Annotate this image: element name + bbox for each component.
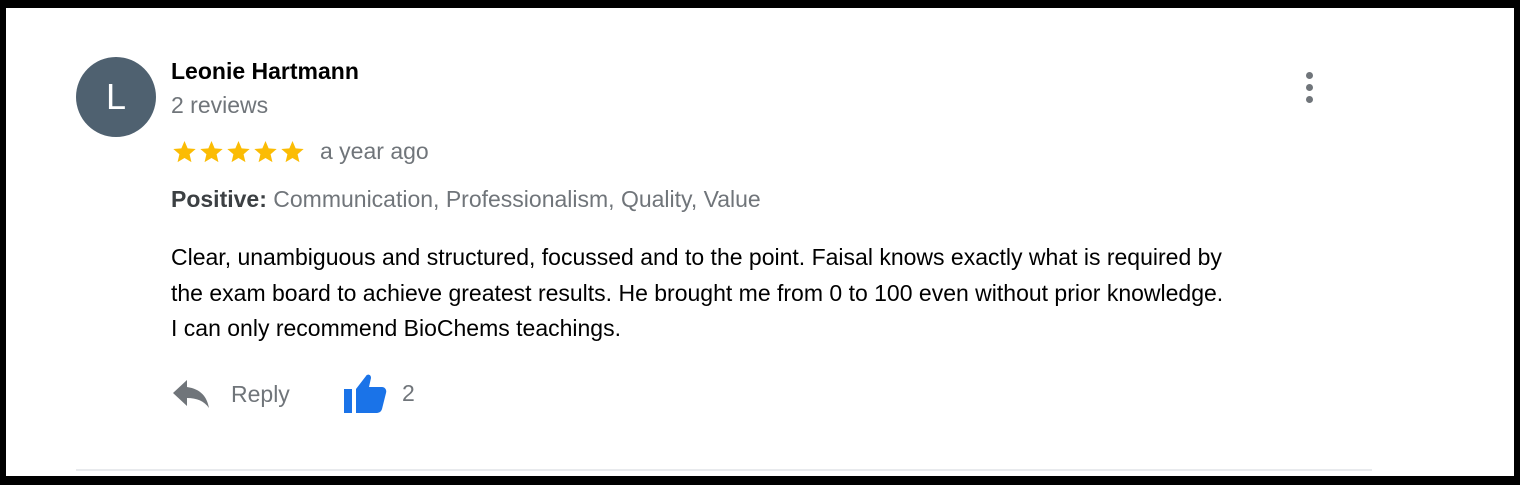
review-time: a year ago xyxy=(320,138,429,164)
review-count[interactable]: 2 reviews xyxy=(171,92,268,119)
review-card: L Leonie Hartmann 2 reviews a year ago P… xyxy=(6,8,1514,476)
thumb-up-icon xyxy=(344,374,387,413)
divider xyxy=(76,469,1372,471)
star-rating xyxy=(171,140,306,162)
review-text-line: the exam board to achieve greatest resul… xyxy=(171,279,1224,306)
attributes-label: Positive: xyxy=(171,186,267,212)
star-icon xyxy=(200,140,223,162)
avatar[interactable]: L xyxy=(76,57,156,137)
star-icon xyxy=(227,140,250,162)
rating-row: a year ago xyxy=(171,138,429,170)
star-icon xyxy=(173,140,196,162)
review-text: Clear, unambiguous and structured, focus… xyxy=(171,240,1391,347)
like-button[interactable]: 2 xyxy=(342,368,415,418)
more-options-button[interactable] xyxy=(1294,68,1324,108)
star-icon xyxy=(254,140,277,162)
review-attributes: Positive: Communication, Professionalism… xyxy=(171,186,761,213)
star-icon xyxy=(281,140,304,162)
attributes-value: Communication, Professionalism, Quality,… xyxy=(266,186,761,212)
reviewer-name[interactable]: Leonie Hartmann xyxy=(171,58,359,85)
reply-button[interactable]: Reply xyxy=(171,370,290,418)
review-text-line: I can only recommend BioChems teachings. xyxy=(171,315,621,341)
reply-label: Reply xyxy=(231,380,290,407)
review-text-line: Clear, unambiguous and structured, focus… xyxy=(171,244,1222,270)
like-count: 2 xyxy=(402,379,415,406)
reply-icon xyxy=(173,380,209,408)
